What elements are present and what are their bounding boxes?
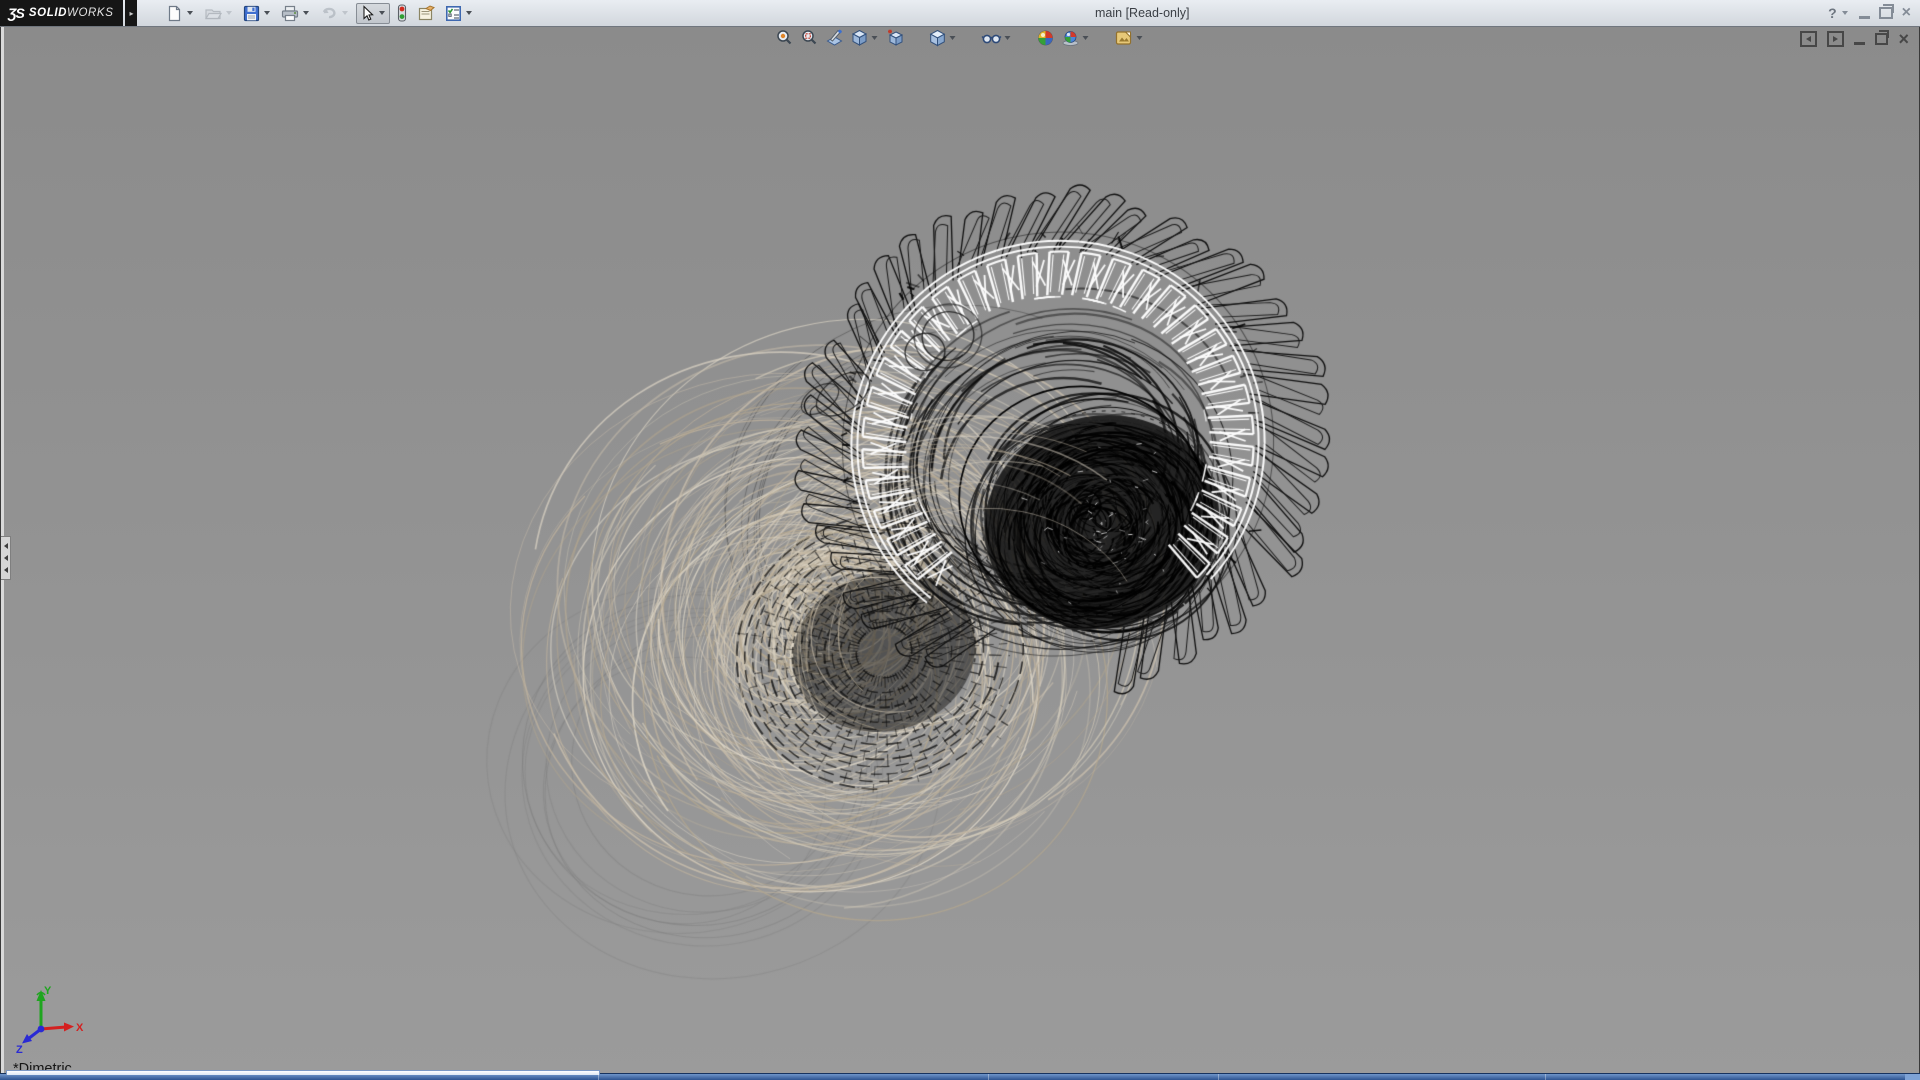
document-title: main [Read-only] [1095,6,1190,20]
title-bar: ƷS SOLIDWORKS ▸ [0,0,1920,27]
document-close-icon[interactable]: × [1898,32,1909,47]
help-button[interactable]: ? [1828,5,1850,21]
view-orientation-caret[interactable] [872,36,878,40]
new-document-icon [166,5,183,22]
view-settings-caret[interactable] [1137,36,1143,40]
edit-appearance-button[interactable] [1037,29,1055,47]
document-restore-icon[interactable] [1875,33,1888,45]
collapse-arrow-icon [4,543,8,549]
apply-scene-caret[interactable] [1083,36,1089,40]
open-document-icon [204,5,222,22]
document-window-controls: × [1800,31,1909,47]
help-dropdown-caret[interactable] [1842,11,1848,15]
print-button[interactable] [278,3,314,24]
hide-show-caret[interactable] [1005,36,1011,40]
options-checklist-button[interactable] [442,3,477,24]
undo-dropdown-caret[interactable] [342,11,348,15]
traffic-light-icon [396,4,408,22]
taskbar-separator [1545,1074,1546,1080]
edit-appearance-icon [1037,29,1055,47]
triad-y-label: Y [44,985,52,997]
solidworks-logo[interactable]: ƷS SOLIDWORKS [0,0,123,26]
solidworks-brand-text: SOLIDWORKS [29,7,114,19]
open-dropdown-caret[interactable] [226,11,232,15]
titlebar-window-controls: ? × [1828,0,1911,26]
apply-scene-button[interactable] [1062,29,1091,47]
previous-window-icon [1806,36,1811,42]
next-window-icon [1833,36,1838,42]
view-settings-button[interactable] [1115,29,1145,47]
open-document-button[interactable] [201,3,237,24]
model-wireframe-canvas[interactable] [0,27,1920,1080]
save-icon [243,5,260,22]
zoom-to-fit-icon [776,29,794,47]
next-window-button[interactable] [1827,31,1844,47]
display-style-cube-button[interactable] [929,29,958,47]
view-orientation-icon [851,29,869,47]
collapse-arrow-icon [4,555,8,561]
view-orientation-button[interactable] [851,29,880,47]
section-view-icon [826,29,844,47]
apply-scene-icon [1062,29,1080,47]
zoom-to-area-icon [801,29,819,47]
triad-x-label: X [76,1022,84,1034]
zoom-to-area-button[interactable] [801,29,819,47]
display-style-cube-icon [929,29,947,47]
previous-window-button[interactable] [1800,31,1817,47]
undo-icon [320,5,338,22]
comment-note-icon [417,5,436,22]
menu-flyout-arrow-icon[interactable]: ▸ [125,0,137,26]
minimize-icon[interactable] [1859,16,1870,19]
heads-up-view-toolbar [776,29,1145,47]
traffic-light-button[interactable] [393,2,411,24]
view-settings-icon [1115,29,1134,47]
restore-icon[interactable] [1879,7,1893,19]
section-view-button[interactable] [826,29,844,47]
taskbar-corner[interactable] [1905,1074,1920,1080]
options-checklist-icon [445,5,462,22]
undo-button[interactable] [317,3,353,24]
comment-note-button[interactable] [414,3,439,24]
display-style-button[interactable] [887,29,905,47]
reference-triad: Y X Z [8,985,86,1055]
taskbar-window-segment[interactable] [6,1070,600,1075]
new-dropdown-caret[interactable] [187,11,193,15]
close-icon[interactable]: × [1902,6,1911,20]
select-dropdown-caret[interactable] [379,11,385,15]
collapse-arrow-icon [4,567,8,573]
featuremanager-collapse-tab[interactable] [1,536,11,580]
document-minimize-icon[interactable] [1854,42,1865,45]
print-dropdown-caret[interactable] [303,11,309,15]
display-style-caret[interactable] [950,36,956,40]
display-style-icon [887,29,905,47]
taskbar-separator [988,1074,989,1080]
zoom-to-fit-button[interactable] [776,29,794,47]
solidworks-logo-glyph: ƷS [8,5,24,21]
standard-toolbar [163,2,477,24]
taskbar-separator [598,1074,599,1080]
hide-show-items-button[interactable] [982,29,1013,47]
select-cursor-icon [359,5,375,22]
save-button[interactable] [240,3,275,24]
save-dropdown-caret[interactable] [264,11,270,15]
hide-show-items-icon [982,29,1002,47]
help-icon: ? [1828,5,1837,21]
print-icon [281,5,299,22]
new-document-button[interactable] [163,3,198,24]
triad-z-label: Z [16,1044,23,1055]
options-dropdown-caret[interactable] [466,11,472,15]
select-tool-button[interactable] [356,3,390,24]
taskbar-separator [1218,1074,1219,1080]
